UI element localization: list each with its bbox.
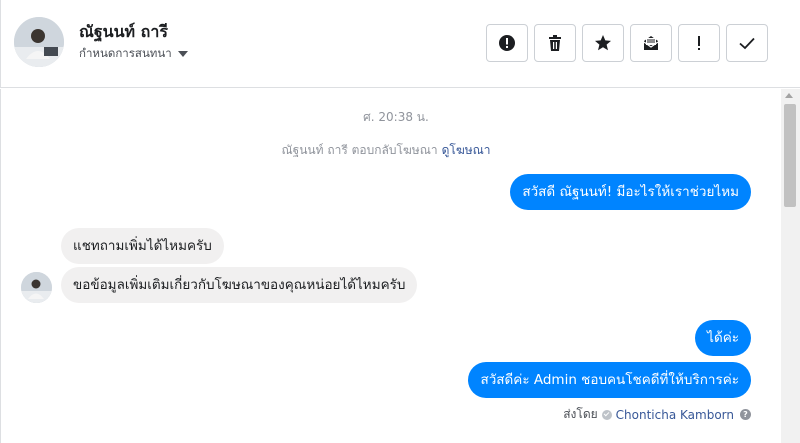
scroll-up-arrow-icon[interactable]	[785, 93, 793, 98]
spam-button[interactable]	[486, 24, 528, 62]
star-icon	[595, 35, 611, 51]
mark-done-button[interactable]	[726, 24, 768, 62]
delete-button[interactable]	[534, 24, 576, 62]
sent-by-info: ส่งโดย Chonticha Kamborn ?	[563, 405, 751, 424]
check-icon	[739, 37, 755, 50]
help-icon[interactable]: ?	[740, 409, 751, 420]
exclamation-icon	[698, 36, 700, 50]
message-timestamp: ศ. 20:38 น.	[363, 110, 429, 124]
vertical-scrollbar[interactable]	[781, 89, 800, 443]
ad-reply-notice: ณัฐนนท์ ถารี ตอบกลับโฆษณา ดูโฆษณา	[1, 141, 771, 160]
view-ad-link[interactable]: ดูโฆษณา	[442, 143, 491, 157]
ad-reply-text: ณัฐนนท์ ถารี ตอบกลับโฆษณา	[281, 143, 438, 157]
message-bubble-incoming[interactable]: แชทถามเพิ่มได้ไหมครับ	[61, 228, 224, 264]
contact-avatar-small	[21, 272, 52, 303]
envelope-icon	[643, 36, 659, 50]
message-thread[interactable]: ศ. 20:38 น. ณัฐนนท์ ถารี ตอบกลับโฆษณา ดูโ…	[0, 89, 781, 443]
sent-by-author-link[interactable]: Chonticha Kamborn	[616, 408, 734, 422]
message-bubble-outgoing[interactable]: ได้ค่ะ	[695, 320, 751, 356]
message-bubble-incoming[interactable]: ขอข้อมูลเพิ่มเติมเกี่ยวกับโฆษณาของคุณหน่…	[61, 267, 418, 303]
sent-by-label: ส่งโดย	[563, 407, 598, 421]
verified-check-icon	[601, 409, 612, 420]
trash-icon	[549, 35, 561, 51]
message-bubble-outgoing[interactable]: สวัสดี ณัฐนนท์! มีอะไรให้เราช่วยไหม	[510, 174, 751, 210]
contact-avatar[interactable]	[14, 17, 64, 67]
message-bubble-outgoing[interactable]: สวัสดีค่ะ Admin ชอบคนโชคดีที่ให้บริการค่…	[468, 362, 751, 398]
mark-unread-button[interactable]	[630, 24, 672, 62]
conversation-header: ณัฐนนท์ ถารี กำหนดการสนทนา	[0, 0, 800, 88]
follow-up-button[interactable]	[678, 24, 720, 62]
scrollbar-thumb[interactable]	[784, 104, 796, 207]
assign-label: กำหนดการสนทนา	[79, 46, 172, 60]
assign-conversation-dropdown[interactable]: กำหนดการสนทนา	[79, 45, 188, 63]
caret-down-icon	[177, 51, 188, 57]
contact-name[interactable]: ณัฐนนท์ ถารี	[79, 20, 168, 45]
alert-circle-icon	[499, 35, 515, 51]
star-button[interactable]	[582, 24, 624, 62]
